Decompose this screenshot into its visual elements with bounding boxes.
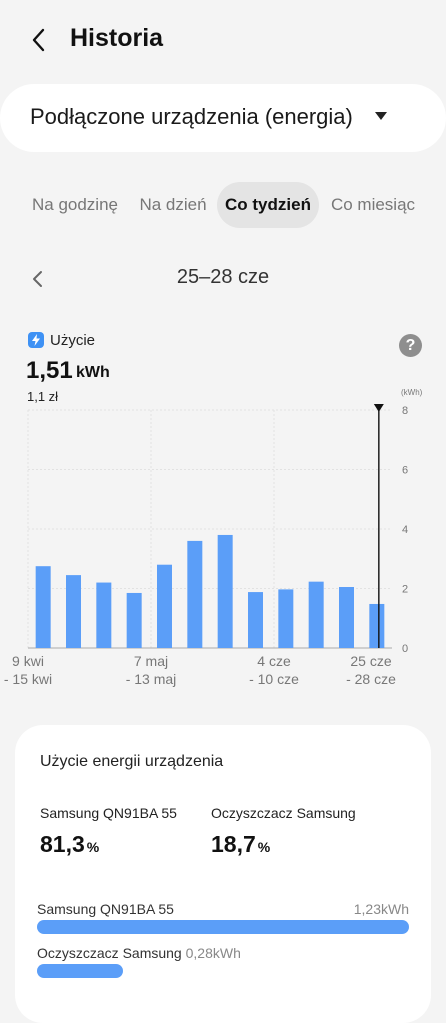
usage-value: 1,51 (26, 357, 73, 384)
period-label: 25–28 cze (176, 266, 270, 288)
chart-bar (126, 592, 142, 648)
device-name-tv: Samsung QN91BA 55 (40, 805, 177, 821)
bar-label-tv: Samsung QN91BA 55 (37, 901, 174, 917)
energy-usage-card: Użycie energii urządzenia Samsung QN91BA… (15, 725, 431, 1023)
y-tick-label: 6 (402, 465, 408, 477)
chart-bar (96, 582, 112, 648)
chart-bar (187, 540, 203, 648)
help-icon[interactable]: ? (399, 334, 422, 357)
usage-bar-tv (37, 920, 409, 934)
tab-monthly[interactable]: Co miesiąc (322, 182, 424, 228)
selected-marker-triangle (373, 404, 384, 412)
x-tick-label-sub: - 10 cze (249, 671, 299, 687)
device-percent-tv: 81,3% (40, 831, 100, 857)
x-tick-label: 25 cze (350, 653, 391, 669)
y-tick-label: 4 (402, 524, 408, 536)
device-selector-label: Podłączone urządzenia (energia) (30, 104, 353, 129)
usage-unit: kWh (76, 364, 110, 381)
usage-label: Użycie (50, 332, 96, 349)
chart-bar (66, 575, 81, 648)
device-percent-purifier: 18,7% (211, 831, 271, 857)
tab-daily[interactable]: Na dzień (132, 182, 214, 228)
chart-bar (157, 564, 172, 648)
chart-bar (248, 592, 263, 648)
y-tick-label: 2 (402, 584, 408, 596)
page-title: Historia (70, 24, 164, 52)
tab-weekly[interactable]: Co tydzień (217, 182, 319, 228)
x-tick-label-sub: - 15 kwi (4, 671, 52, 687)
x-tick-label-sub: - 13 maj (126, 671, 177, 687)
device-name-purifier: Oczyszczacz Samsung (211, 805, 356, 821)
back-arrow-icon[interactable] (22, 22, 56, 58)
x-tick-label: 7 maj (134, 653, 168, 669)
y-tick-label: 0 (402, 643, 408, 655)
tab-hourly[interactable]: Na godzinę (22, 182, 128, 228)
usage-bar-purifier (37, 964, 123, 978)
dropdown-caret-icon[interactable] (375, 112, 387, 120)
x-tick-label-sub: - 28 cze (346, 671, 396, 687)
chart-bar (217, 534, 233, 648)
header: Historia (0, 0, 446, 80)
chart-bar (369, 603, 385, 648)
lightning-icon (28, 332, 44, 348)
y-tick-label: 8 (402, 405, 408, 417)
bar-label-purifier: Oczyszczacz Samsung 0,28kWh (37, 945, 241, 961)
x-tick-label: 9 kwi (12, 653, 44, 669)
bar-value-tv: 1,23kWh (353, 901, 409, 917)
usage-chart: 8 6 4 2 0 9 kwi - 15 kwi 7 maj - 13 maj 4 cze - 10… (4, 404, 408, 687)
chart-bar (278, 589, 294, 648)
period-tabs: Na godzinę Na dzień Co tydzień Co miesią… (0, 182, 446, 228)
x-tick-label: 4 cze (257, 653, 291, 669)
chart-bar (308, 581, 324, 648)
chart-bar (339, 587, 354, 648)
chart-bar (35, 566, 51, 648)
card-title: Użycie energii urządzenia (40, 753, 224, 770)
